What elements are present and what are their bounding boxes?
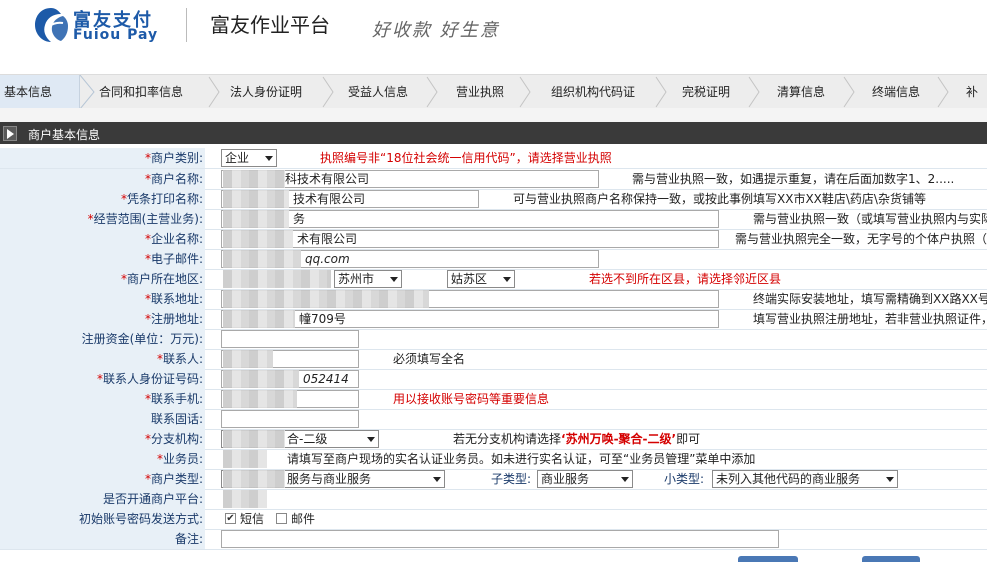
slogan: 好收款 好生意 [372, 20, 500, 41]
redacted-block [223, 310, 295, 328]
redacted-block [223, 430, 285, 448]
email-label: *电子邮件: [0, 249, 205, 269]
merchant-type-label: *商户类别: [0, 148, 205, 168]
business-scope-note: 需与营业执照一致（或填写营业执照内与实际 [753, 212, 987, 226]
contact-person-label: *联系人: [0, 349, 205, 369]
remark-label: 备注: [0, 529, 205, 549]
registered-address-note: 填写营业执照注册地址，若非营业执照证件， [753, 312, 987, 326]
contact-phone-label: 联系固话: [0, 409, 205, 429]
receipt-name-note: 可与营业执照商户名称保持一致，或按此事例填写XX市XX鞋店\药店\杂货铺等 [513, 192, 926, 206]
row-init-send: 初始账号密码发送方式: ✔ 短信 邮件 [0, 509, 987, 530]
row-remark: 备注: [0, 529, 987, 550]
row-merchant-name: *商户名称: 科技术有限公司 需与营业执照一致，如遇提示重复，请在后面加数字1、… [0, 169, 987, 190]
tab-separators [79, 75, 949, 109]
row-contact-id: *联系人身份证号码: 052414 [0, 369, 987, 390]
redacted-block [223, 370, 299, 388]
redacted-block [223, 250, 301, 268]
section-header: 商户基本信息 [0, 122, 987, 144]
subtype-select[interactable]: 商业服务 [537, 470, 633, 488]
merchant-name-label: *商户名称: [0, 169, 205, 189]
contact-person-note: 必须填写全名 [393, 352, 466, 366]
action-button-secondary[interactable] [862, 556, 920, 562]
contact-phone-input[interactable] [221, 410, 359, 428]
city-select[interactable]: 苏州市 [334, 270, 402, 288]
tab-bar: 基本信息 合同和扣率信息 法人身份证明 受益人信息 营业执照 组织机构代码证 完… [0, 74, 987, 109]
redacted-block[interactable] [223, 490, 267, 508]
redacted-block [223, 390, 297, 408]
mail-option-label: 邮件 [291, 512, 316, 526]
app-header: 富友支付 Fuiou Pay 富友作业平台 好收款 好生意 [0, 0, 987, 74]
row-merchant-type: *商户类别: 企业 执照编号非“18位社会统一信用代码”，请选择营业执照 [0, 148, 987, 169]
logo-english-text: Fuiou Pay [73, 27, 159, 43]
platform-title: 富友作业平台 [210, 13, 330, 37]
salesman-note: 请填写至商户现场的实名认证业务员。如未进行实名认证，可至“业务员管理”菜单中添加 [287, 452, 756, 466]
row-contact-phone: 联系固话: [0, 409, 987, 430]
contact-mobile-note: 用以接收账号密码等重要信息 [393, 392, 550, 406]
registered-capital-input[interactable] [221, 330, 359, 348]
row-contact-address: *联系地址: 终端实际安装地址，填写需精确到XX路XX号， [0, 289, 987, 310]
row-contact-person: *联系人: 必须填写全名 [0, 349, 987, 370]
salesman-label: *业务员: [0, 449, 205, 469]
region-label: *商户所在地区: [0, 269, 205, 289]
branch-label: *分支机构: [0, 429, 205, 449]
redacted-block[interactable] [223, 450, 267, 468]
business-scope-input[interactable]: 务 [221, 210, 719, 228]
contact-mobile-label: *联系手机: [0, 389, 205, 409]
redacted-block [223, 290, 429, 308]
merchant-type-note: 执照编号非“18位社会统一信用代码”，请选择营业执照 [320, 151, 612, 165]
merchant-type-select[interactable]: 企业 [221, 149, 277, 167]
contact-address-label: *联系地址: [0, 289, 205, 309]
district-select[interactable]: 姑苏区 [447, 270, 515, 288]
fuiou-logo-icon [35, 8, 68, 42]
row-salesman: *业务员: 请填写至商户现场的实名认证业务员。如未进行实名认证，可至“业务员管理… [0, 449, 987, 470]
subtype-label: 子类型: [491, 472, 532, 486]
redacted-block [223, 350, 273, 368]
row-company-name: *企业名称: 术有限公司 需与营业执照完全一致，无字号的个体户执照（ [0, 229, 987, 250]
registered-capital-label: 注册资金(单位：万元): [0, 329, 205, 349]
row-open-platform: 是否开通商户平台: [0, 489, 987, 510]
registered-address-label: *注册地址: [0, 309, 205, 329]
row-email: *电子邮件: qq.com [0, 249, 987, 270]
merchant-category-label: *商户类型: [0, 469, 205, 489]
row-merchant-category: *商户类型: 服务与商业服务 子类型: 商业服务 小类型: 未列入其他代码的商业… [0, 469, 987, 490]
redacted-block [223, 230, 293, 248]
row-region: *商户所在地区: 苏州市 姑苏区 若选不到所在区县，请选择邻近区县 [0, 269, 987, 290]
receipt-name-label: *凭条打印名称: [0, 189, 205, 209]
minor-type-label: 小类型: [664, 472, 705, 486]
contact-id-label: *联系人身份证号码: [0, 369, 205, 389]
tab-underbar [0, 108, 987, 122]
row-receipt-name: *凭条打印名称: 技术有限公司 可与营业执照商户名称保持一致，或按此事例填写XX… [0, 189, 987, 210]
redacted-block [223, 270, 331, 288]
sms-checkbox[interactable]: ✔ [225, 513, 236, 524]
merchant-name-note: 需与营业执照一致，如遇提示重复，请在后面加数字1、2..... [632, 172, 955, 186]
contact-address-note: 终端实际安装地址，填写需精确到XX路XX号， [753, 292, 987, 306]
redacted-block [223, 170, 285, 188]
redacted-block [223, 190, 289, 208]
company-name-note: 需与营业执照完全一致，无字号的个体户执照（ [735, 232, 987, 246]
row-registered-capital: 注册资金(单位：万元): [0, 329, 987, 350]
sms-option-label: 短信 [240, 512, 265, 526]
open-platform-label: 是否开通商户平台: [0, 489, 205, 509]
company-name-input[interactable]: 术有限公司 [221, 230, 719, 248]
minor-type-select[interactable]: 未列入其他代码的商业服务 [712, 470, 898, 488]
row-business-scope: *经营范围(主营业务): 务 需与营业执照一致（或填写营业执照内与实际 [0, 209, 987, 230]
init-send-label: 初始账号密码发送方式: [0, 509, 205, 529]
mail-checkbox[interactable] [276, 513, 287, 524]
action-button[interactable] [738, 556, 798, 562]
play-arrow-icon [7, 129, 14, 139]
company-name-label: *企业名称: [0, 229, 205, 249]
remark-input[interactable] [221, 530, 779, 548]
region-note: 若选不到所在区县，请选择邻近区县 [589, 272, 782, 286]
registered-address-input[interactable]: 幢709号 [221, 310, 719, 328]
branch-note: 若无分支机构请选择‘苏州万唤-聚合-二级’即可 [453, 432, 701, 446]
header-divider [186, 8, 187, 42]
row-registered-address: *注册地址: 幢709号 填写营业执照注册地址，若非营业执照证件， [0, 309, 987, 330]
row-branch: *分支机构: 合-二级 若无分支机构请选择‘苏州万唤-聚合-二级’即可 [0, 429, 987, 450]
row-contact-mobile: *联系手机: 用以接收账号密码等重要信息 [0, 389, 987, 410]
redacted-block [223, 210, 289, 228]
business-scope-label: *经营范围(主营业务): [0, 209, 205, 229]
redacted-block [223, 470, 285, 488]
section-title: 商户基本信息 [28, 128, 101, 142]
